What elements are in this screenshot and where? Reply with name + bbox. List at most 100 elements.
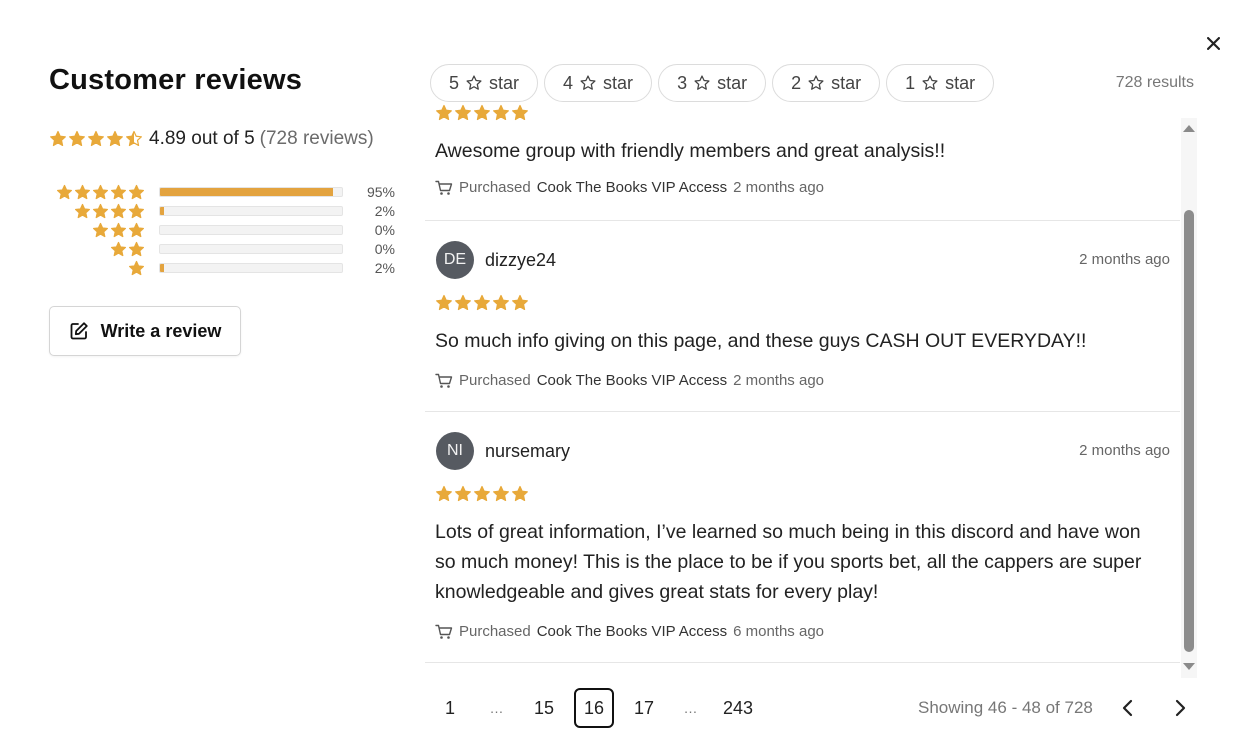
- next-page-button[interactable]: [1166, 694, 1194, 722]
- distribution-bar: [159, 263, 343, 273]
- filter-1-star[interactable]: 1 star: [886, 64, 995, 102]
- star-filled-icon: [128, 222, 145, 238]
- star-filled-icon: [436, 104, 452, 121]
- star-filled-icon: [493, 104, 509, 121]
- star-filled-icon: [128, 260, 145, 276]
- review-text: Lots of great information, I’ve learned …: [435, 521, 1142, 603]
- review-list-scrollbar[interactable]: [1181, 118, 1197, 678]
- product-name: Cook The Books VIP Access: [536, 372, 728, 389]
- filter-number: 1: [905, 72, 916, 93]
- scroll-down-arrow-icon[interactable]: [1183, 663, 1195, 670]
- cart-icon: [435, 373, 453, 388]
- filter-3-star[interactable]: 3 star: [658, 64, 767, 102]
- star-filled-icon: [110, 241, 127, 257]
- showing-range-text: Showing 46 - 48 of 728: [918, 698, 1093, 717]
- star-filled-icon: [128, 203, 145, 219]
- scroll-up-arrow-icon[interactable]: [1183, 125, 1195, 132]
- purchase-info: Purchased Cook The Books VIP Access 2 mo…: [435, 372, 824, 389]
- average-rating-text: 4.89 out of 5: [149, 128, 255, 149]
- edit-icon: [70, 322, 88, 340]
- purchased-prefix: Purchased: [459, 372, 531, 389]
- purchase-info: Purchased Cook The Books VIP Access 2 mo…: [435, 179, 824, 196]
- write-review-button[interactable]: Write a review: [49, 306, 241, 356]
- page-15[interactable]: 15: [524, 688, 564, 728]
- star-filled-icon: [92, 222, 109, 238]
- star-filled-icon: [455, 294, 471, 311]
- page-17[interactable]: 17: [624, 688, 664, 728]
- star-filled-icon: [512, 104, 528, 121]
- filter-number: 3: [677, 72, 688, 93]
- close-button[interactable]: [1202, 32, 1224, 54]
- product-name: Cook The Books VIP Access: [536, 179, 728, 196]
- star-filled-icon: [110, 184, 127, 200]
- reviewer-name: nursemary: [485, 441, 571, 461]
- product-name: Cook The Books VIP Access: [536, 623, 728, 640]
- review-stars: [435, 485, 529, 503]
- page-1[interactable]: 1: [430, 688, 470, 728]
- filter-2-star[interactable]: 2 star: [772, 64, 881, 102]
- star-filled-icon: [512, 485, 528, 502]
- review-item: Awesome group with friendly members and …: [425, 104, 1180, 221]
- distribution-bar-fill: [160, 264, 164, 272]
- star-filled-icon: [128, 241, 145, 257]
- star-filled-icon: [69, 130, 85, 147]
- page-ellipsis[interactable]: …: [674, 688, 708, 728]
- filter-number: 2: [791, 72, 802, 93]
- distribution-stars: [110, 241, 145, 258]
- filter-label: star: [945, 72, 976, 93]
- star-filled-icon: [110, 222, 127, 238]
- distribution-row-1-star: 2%: [49, 259, 395, 278]
- average-stars: [49, 130, 143, 148]
- review-item: DE dizzye24 2 months ago So much info gi…: [425, 221, 1180, 412]
- page-16-current[interactable]: 16: [574, 688, 614, 728]
- cart-icon: [435, 624, 453, 639]
- star-filled-icon: [74, 184, 91, 200]
- filter-5-star[interactable]: 5 star: [430, 64, 539, 102]
- review-text: Awesome group with friendly members and …: [435, 140, 946, 162]
- star-filled-icon: [92, 203, 109, 219]
- star-outline-icon: [922, 75, 938, 90]
- star-filled-icon: [455, 485, 471, 502]
- review-date: 2 months ago: [1079, 251, 1170, 268]
- star-filled-icon: [493, 485, 509, 502]
- distribution-stars: [56, 184, 145, 201]
- page-title: Customer reviews: [49, 64, 303, 96]
- close-icon: [1206, 36, 1220, 50]
- review-list[interactable]: Awesome group with friendly members and …: [425, 104, 1180, 682]
- cart-icon: [435, 180, 453, 195]
- distribution-stars: [92, 222, 145, 239]
- star-filled-icon: [92, 184, 109, 200]
- distribution-row-2-star: 0%: [49, 240, 395, 259]
- pagination: 1 … 15 16 17 … 243: [430, 688, 768, 728]
- filter-number: 5: [449, 72, 460, 93]
- distribution-bar-fill: [160, 207, 164, 215]
- review-count-text: (728 reviews): [259, 128, 374, 149]
- star-half-icon: [126, 130, 142, 147]
- purchased-prefix: Purchased: [459, 179, 531, 196]
- star-filled-icon: [88, 130, 104, 147]
- star-filled-icon: [107, 130, 123, 147]
- prev-page-button[interactable]: [1114, 694, 1142, 722]
- purchase-age: 6 months ago: [733, 623, 825, 640]
- star-filled-icon: [74, 203, 91, 219]
- filter-number: 4: [563, 72, 574, 93]
- distribution-bar: [159, 187, 343, 197]
- page-ellipsis[interactable]: …: [480, 688, 514, 728]
- distribution-percent: 2%: [374, 260, 395, 276]
- star-filters: 5 star 4 star 3 star 2 star 1 star: [430, 64, 995, 102]
- chevron-left-icon: [1122, 699, 1133, 717]
- filter-label: star: [603, 72, 634, 93]
- distribution-bar: [159, 206, 343, 216]
- star-filled-icon: [50, 130, 66, 147]
- filter-4-star[interactable]: 4 star: [544, 64, 653, 102]
- star-filled-icon: [474, 104, 490, 121]
- distribution-stars: [74, 203, 145, 220]
- filter-label: star: [717, 72, 748, 93]
- star-outline-icon: [808, 75, 824, 90]
- avatar: NI: [436, 432, 474, 470]
- star-filled-icon: [493, 294, 509, 311]
- scrollbar-thumb[interactable]: [1184, 210, 1194, 652]
- review-stars: [435, 104, 529, 122]
- page-243[interactable]: 243: [718, 688, 758, 728]
- avatar: DE: [436, 241, 474, 279]
